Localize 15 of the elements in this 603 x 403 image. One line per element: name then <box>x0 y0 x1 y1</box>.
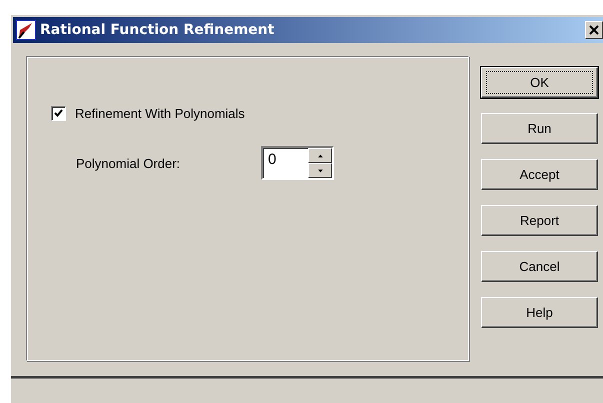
window-title: Rational Function Refinement <box>40 22 276 38</box>
dialog-button[interactable]: Cancel <box>481 251 598 282</box>
checkbox[interactable] <box>51 106 66 121</box>
spinner-field[interactable]: 0 <box>261 146 334 180</box>
close-button[interactable] <box>585 21 603 39</box>
dialog-button[interactable]: Report <box>481 205 598 236</box>
app-icon <box>16 20 36 40</box>
check-icon <box>54 109 63 118</box>
dialog-button[interactable]: Help <box>481 297 598 328</box>
checkbox-label: Refinement With Polynomials <box>75 106 245 121</box>
close-icon <box>589 25 599 35</box>
field-label: Polynomial Order: <box>76 156 182 170</box>
dialog-button[interactable]: Accept <box>481 159 598 190</box>
dialog-button[interactable]: OK <box>481 67 598 98</box>
dialog-button[interactable]: Run <box>481 113 598 144</box>
